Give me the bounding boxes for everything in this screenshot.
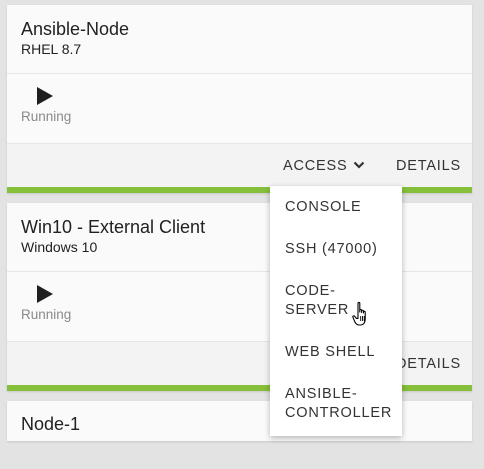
menu-item-console[interactable]: CONSOLE <box>285 198 397 217</box>
menu-item-web-shell[interactable]: WEB SHELL <box>285 343 397 362</box>
card-actions: DETAILS <box>7 342 472 385</box>
menu-item-ssh[interactable]: SSH (47000) <box>285 240 397 259</box>
lab-card-ansible-node: Ansible-Node RHEL 8.7 Running ACCESS DET… <box>7 5 472 193</box>
access-button-label: ACCESS <box>283 158 348 174</box>
card-header: Ansible-Node RHEL 8.7 <box>21 5 472 73</box>
play-icon <box>37 87 53 105</box>
chevron-down-icon <box>353 156 365 174</box>
details-button[interactable]: DETAILS <box>396 355 461 373</box>
lab-card-node-1: Node-1 <box>7 401 472 441</box>
play-icon <box>37 285 53 303</box>
card-header: Node-1 <box>21 401 472 469</box>
details-button[interactable]: DETAILS <box>396 157 461 175</box>
card-actions: ACCESS DETAILS <box>7 144 472 187</box>
card-subtitle: Windows 10 <box>21 239 98 255</box>
status-text: Running <box>21 109 72 124</box>
card-title: Node-1 <box>21 414 81 434</box>
card-title: Win10 - External Client <box>21 217 206 237</box>
card-header: Win10 - External Client Windows 10 <box>21 203 472 271</box>
card-title: Ansible-Node <box>21 19 130 39</box>
lab-card-win10-external-client: Win10 - External Client Windows 10 Runni… <box>7 203 472 391</box>
menu-item-ansible-controller[interactable]: ANSIBLE-CONTROLLER <box>285 385 393 423</box>
access-button[interactable]: ACCESS <box>283 157 365 175</box>
status-accent-bar <box>7 385 472 391</box>
play-button[interactable] <box>35 86 55 106</box>
play-button[interactable] <box>35 284 55 304</box>
menu-item-code-server[interactable]: CODE-SERVER <box>285 282 360 320</box>
status-accent-bar <box>7 187 472 193</box>
access-dropdown-menu: CONSOLE SSH (47000) CODE-SERVER WEB SHEL… <box>270 186 402 436</box>
hand-pointer-icon <box>352 301 372 332</box>
status-text: Running <box>21 307 72 322</box>
card-subtitle: RHEL 8.7 <box>21 41 82 57</box>
divider <box>7 73 472 74</box>
divider <box>7 271 472 272</box>
